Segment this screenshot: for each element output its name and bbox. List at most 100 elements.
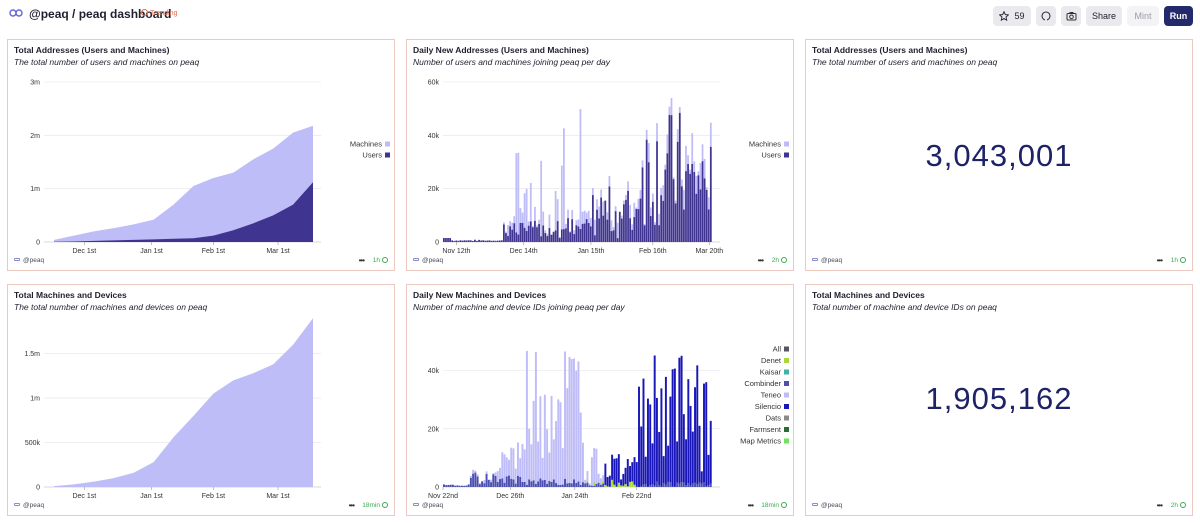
bar-users [647,162,650,242]
legend-label: Teneo [761,391,781,400]
mint-button[interactable]: Mint [1127,6,1159,26]
bar-machines [703,158,706,179]
bar-machines [546,233,549,237]
bar-silencio [696,365,699,485]
bar-combinder [696,484,699,487]
bar-combinder [503,482,506,487]
legend-swatch [784,152,789,158]
more-options-icon[interactable]: ••• [1157,256,1163,265]
bar-silencio [624,467,627,485]
bar-machines [664,164,667,170]
star-icon [999,11,1010,21]
bar-combinder [561,484,564,487]
bar-silencio [606,477,609,487]
panel-owner[interactable]: @peaq [413,502,443,509]
bar-silencio [626,459,629,487]
bar-denet [617,482,620,487]
more-options-icon[interactable]: ••• [359,256,365,265]
bar-combinder [510,478,513,487]
bar-combinder [454,485,457,487]
bar-combinder [653,485,656,487]
bar-users [525,230,528,242]
bar-silencio [694,387,697,483]
bar-combinder [474,472,477,487]
github-icon [1041,11,1051,21]
bar-machines [658,213,660,226]
panel-title[interactable]: Total Addresses (Users and Machines) [812,45,967,55]
x-tick-label: Feb 22nd [622,493,652,500]
legend-swatch [784,358,789,363]
bar-users [550,234,553,242]
bar-users [509,226,511,242]
bar-combinder [521,482,524,487]
bar-silencio [669,396,672,483]
bar-silencio [687,379,690,484]
bar-teneo [584,479,587,484]
more-options-icon[interactable]: ••• [349,501,355,510]
bar-silencio [629,466,631,482]
bar-combinder [530,481,533,487]
bar-users [517,234,520,242]
bar-users [664,169,667,242]
panel-owner[interactable]: @peaq [413,257,443,264]
bar-users [691,163,694,242]
y-tick-label: 1m [30,186,40,193]
check-icon [382,257,388,263]
legend-label: Users [761,151,781,160]
panel-owner[interactable]: @peaq [812,502,842,509]
bar-users [455,240,458,242]
refresh-age: 18min [362,502,388,509]
more-options-icon[interactable]: ••• [748,501,754,510]
bar-users [674,203,677,242]
legend-label: Machines [749,140,781,149]
bar-users [705,189,708,242]
bar-machines [536,225,538,228]
legend-swatch [385,152,390,158]
total-machines-area-chart: 0 500k 1m 1.5m Dec 1st Jan 1st Feb 1st Mar 1st [24,318,321,500]
bar-users [625,199,627,242]
bar-combinder [573,479,575,487]
bar-machines [656,123,658,142]
screenshot-button[interactable] [1061,6,1081,26]
bar-machines [529,182,532,222]
share-button[interactable]: Share [1086,6,1122,26]
y-tick-label: 0 [36,485,40,492]
bar-silencio [709,420,712,484]
more-options-icon[interactable]: ••• [1157,501,1163,510]
y-tick-label: 40k [428,368,440,375]
panel-total-addresses-counter: Total Addresses (Users and Machines) The… [805,39,1193,271]
bar-combinder [550,481,553,487]
panel-owner[interactable]: @peaq [812,257,842,264]
panel-owner[interactable]: @peaq [14,257,44,264]
bar-silencio [673,368,676,487]
bar-users [620,218,623,242]
bar-machines [594,219,596,236]
bar-users [513,223,516,242]
query-icon [812,258,818,261]
bar-users [635,209,638,242]
bar-combinder [512,479,515,487]
bar-users [594,235,596,242]
bar-machines [600,189,603,198]
y-tick-label: 0 [435,240,439,247]
bar-teneo [566,388,569,484]
bar-combinder [476,476,479,487]
camera-icon [1066,12,1076,21]
run-button[interactable]: Run [1164,6,1193,26]
bar-combinder [548,480,551,487]
bar-machines [701,144,704,162]
bar-machines [596,199,598,210]
bar-users [560,229,563,242]
star-button[interactable]: 59 [993,6,1031,26]
panel-title[interactable]: Total Machines and Devices [812,290,925,300]
bar-users [637,209,640,242]
github-button[interactable] [1036,6,1056,26]
bar-users [453,241,456,242]
bar-combinder [570,483,573,487]
bar-users [587,223,590,242]
bar-users [536,227,538,242]
more-options-icon[interactable]: ••• [758,256,764,265]
bar-denet [629,481,631,487]
panel-owner[interactable]: @peaq [14,502,44,509]
bar-machines [525,188,528,231]
